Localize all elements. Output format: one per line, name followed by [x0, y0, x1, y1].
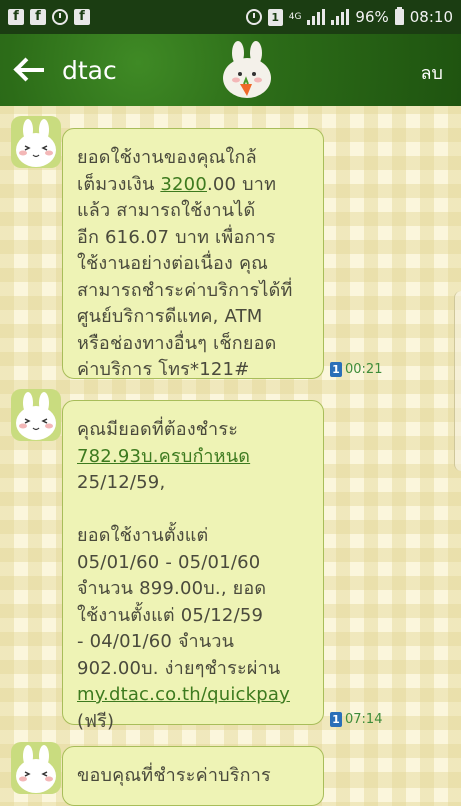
avatar: [11, 389, 61, 441]
avatar: [11, 742, 61, 794]
status-bar: f f f 1 4G 96% 08:10: [0, 0, 461, 34]
clock: 08:10: [409, 8, 453, 26]
network-type: 4G: [288, 11, 302, 22]
back-arrow-icon[interactable]: [14, 55, 48, 85]
scrollbar[interactable]: [454, 291, 461, 471]
message-text: คุณมียอดที่ต้องชำระ: [77, 419, 239, 440]
battery-percent: 96%: [355, 8, 389, 26]
amount-link[interactable]: 3200: [160, 174, 207, 195]
sim-badge: 1: [330, 362, 342, 377]
message-text: (ฟรี): [77, 710, 115, 732]
quickpay-link[interactable]: my.dtac.co.th/quickpay: [77, 684, 290, 705]
avatar: [11, 116, 61, 168]
signal-icon: [307, 9, 326, 25]
signal-icon: [331, 9, 350, 25]
message-bubble[interactable]: คุณมียอดที่ต้องชำระ 782.93บ.ครบกำหนด 25/…: [62, 400, 324, 732]
mascot-image: [223, 41, 271, 98]
message-meta: 1 00:21: [330, 362, 382, 377]
facebook-icon: f: [74, 9, 90, 25]
message-bubble[interactable]: ขอบคุณที่ชำระค่าบริการ: [62, 746, 324, 806]
app-header: dtac ลบ: [0, 34, 461, 106]
conversation-title: dtac: [62, 55, 117, 85]
sim-badge: 1: [330, 712, 342, 727]
message-text: 25/12/59, ยอดใช้งานตั้งแต่ 05/01/60 - 05…: [77, 472, 281, 679]
facebook-icon: f: [8, 9, 24, 25]
message-list[interactable]: ยอดใช้งานของคุณใกล้ เต็มวงเงิน 3200.00 บ…: [0, 106, 461, 806]
message-text: .00 บาท แล้ว สามารถใช้งานได้ อีก 616.07 …: [77, 173, 293, 381]
alarm-icon: [52, 9, 68, 25]
battery-icon: [394, 7, 404, 25]
message-bubble[interactable]: ยอดใช้งานของคุณใกล้ เต็มวงเงิน 3200.00 บ…: [62, 128, 324, 381]
message-time: 00:21: [345, 362, 383, 377]
amount-link[interactable]: 782.93บ.ครบกำหนด: [77, 446, 250, 467]
message-meta: 1 07:14: [330, 712, 382, 727]
sim-slot-indicator: 1: [267, 8, 283, 26]
delete-button[interactable]: ลบ: [421, 58, 443, 87]
message-time: 07:14: [345, 712, 383, 727]
facebook-icon: f: [30, 9, 46, 25]
alarm-clock-icon: [245, 9, 262, 25]
